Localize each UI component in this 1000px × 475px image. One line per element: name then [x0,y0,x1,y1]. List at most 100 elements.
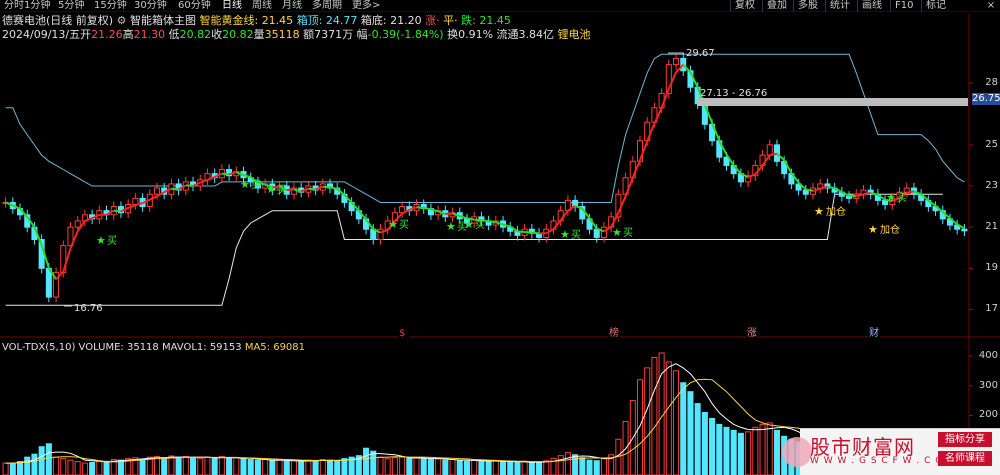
volume-bar [45,443,52,475]
volume-bar [182,456,189,475]
volume-bar [636,379,644,475]
volume-bar [175,456,182,475]
volume-bar [16,461,24,475]
box-bottom-line [5,193,943,306]
volume-bar [233,457,240,475]
range-annotation: 27.13 - 26.76 [700,88,767,99]
volume-bar [262,459,269,475]
buy-signal-5: 买 [475,219,485,231]
volume-bar [197,458,204,475]
volume-bar [478,460,485,475]
volume-bar [139,459,146,475]
volume-bar [103,460,110,475]
volume-bar [53,456,60,475]
watermark-logo: 股市财富网 W W W . G S C F W . C O M 指标分享 名师课… [782,428,1000,475]
volume-bar [485,460,492,475]
volume-bar [276,459,283,475]
event-marker-0: $ [399,328,405,339]
volume-bar [211,457,218,475]
gold-line-seg [531,231,540,235]
volume-bar [81,462,88,475]
buy-star-icon: ★ [612,226,622,239]
volume-bar [226,457,233,475]
candle-body [593,228,600,238]
volume-bar [89,462,96,475]
volume-axis-label: 300 [978,379,998,391]
gold-line-seg [286,188,295,192]
volume-bar [204,456,211,475]
resistance-band [697,98,968,106]
volume-bar [435,458,442,475]
low-annotation: 16.76 [74,303,103,314]
candle-body [153,187,161,195]
candle-body [673,57,680,66]
gold-line-seg [747,173,756,179]
gold-line-seg [171,187,179,191]
candle-body [74,220,81,228]
volume-axis-label: 400 [978,349,998,361]
volume-bar [701,412,708,475]
gold-line-seg [113,209,122,213]
volume-bar [363,447,370,475]
volume-bar [326,459,334,475]
volume-bar [463,460,471,475]
buy-star-icon: ★ [560,228,570,241]
volume-bar [442,459,449,475]
logo-tag-share: 指标分享 [938,432,992,447]
add-star-icon: ★ [868,223,878,236]
volume-indicator-name[interactable]: VOL-TDX(5,10) [2,342,75,353]
volume-bar [456,460,463,475]
add-signal-1: 加仓 [880,223,900,236]
volume-bar [269,460,276,475]
volume-bar [644,367,651,475]
candle-body [132,197,139,206]
volume-bar [536,462,543,475]
volume-bar [31,453,38,475]
volume-bar [254,459,261,475]
volume-bar [38,446,45,475]
volume-bar [528,461,535,475]
volume-bar [514,462,521,475]
gold-line-seg [488,219,497,224]
gold-line-seg [416,206,424,209]
volume-bar [716,423,723,475]
buy-star-icon: ★ [446,220,456,233]
gold-line-seg [517,230,525,233]
volume-bar [586,459,593,475]
volume-bar [391,457,398,475]
volume-bar [600,458,607,475]
volume-readout: VOLUME: 35118 [78,342,159,353]
gold-line-seg [221,172,230,176]
volume-bar [752,426,759,475]
buy-signal-6: 买 [571,229,581,241]
buy-signal-1: 买 [251,179,261,191]
volume-bar [593,460,600,475]
volume-bar [334,460,341,475]
volume-bar [471,459,478,475]
gold-line-seg [445,212,453,216]
volume-bar [384,458,391,475]
volume-bar [427,459,434,475]
gold-line-seg [827,185,835,190]
volume-bar [74,461,81,475]
volume-bar [161,457,168,475]
volume-bar [190,457,197,475]
gold-line-seg [185,184,194,187]
logo-tag-course: 名师课程 [938,451,992,466]
volume-bar [96,460,103,475]
volume-bar [449,459,456,475]
candle-body [961,228,968,232]
gold-line-seg [322,185,331,189]
volume-bar [687,391,694,475]
volume-bar [290,460,297,475]
volume-bar [543,460,550,475]
buy-star-icon: ★ [464,218,474,231]
volume-bar [572,454,579,475]
volume-bar [305,459,312,475]
kline-chart[interactable]: 29.6727.13 - 26.7616.76★ 买★ 买 ★ 买★ 买 ★ 买★ 买★ 买 ★ 买★… [0,0,1000,475]
price-axis-label: 21 [985,221,998,233]
add-signal-0: 加仓 [826,205,846,218]
gold-line-seg [769,152,778,157]
buy-star-icon: ★ [96,234,106,247]
volume-bar [773,429,780,475]
